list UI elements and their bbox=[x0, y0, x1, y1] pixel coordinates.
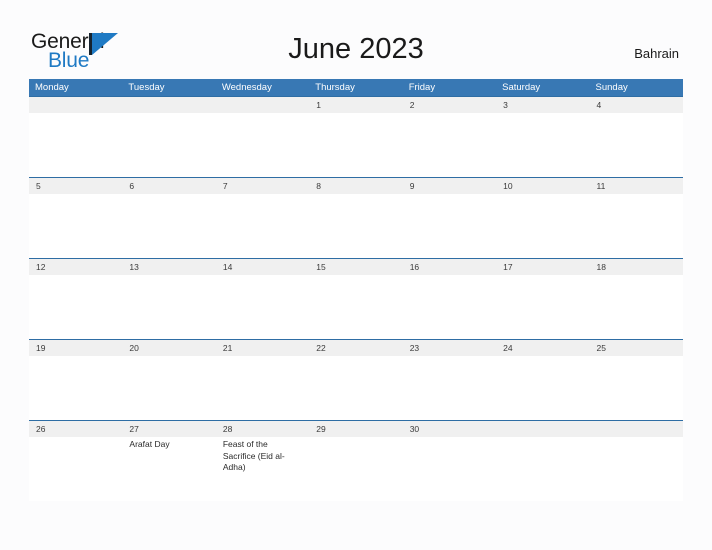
day-number[interactable]: 24 bbox=[496, 340, 589, 356]
weekday-header-monday: Monday bbox=[35, 82, 69, 93]
day-event[interactable] bbox=[403, 356, 496, 420]
week-row: 5 6 7 8 9 10 11 bbox=[29, 177, 683, 258]
day-number[interactable] bbox=[496, 421, 589, 437]
page-header: General Blue June 2023 Bahrain bbox=[0, 0, 712, 79]
day-event[interactable] bbox=[216, 275, 309, 339]
day-number[interactable]: 8 bbox=[309, 178, 402, 194]
day-event[interactable] bbox=[590, 275, 683, 339]
day-event[interactable] bbox=[122, 356, 215, 420]
day-event[interactable] bbox=[496, 437, 589, 501]
day-event[interactable] bbox=[496, 113, 589, 177]
day-event[interactable] bbox=[216, 113, 309, 177]
day-event[interactable] bbox=[216, 194, 309, 258]
day-event[interactable] bbox=[309, 113, 402, 177]
day-number[interactable]: 18 bbox=[590, 259, 683, 275]
day-event[interactable] bbox=[309, 356, 402, 420]
day-event[interactable] bbox=[403, 194, 496, 258]
day-number[interactable]: 5 bbox=[29, 178, 122, 194]
day-number[interactable]: 2 bbox=[403, 97, 496, 113]
day-number[interactable]: 16 bbox=[403, 259, 496, 275]
day-number[interactable]: 20 bbox=[122, 340, 215, 356]
week-day-number-band: 26 27 28 29 30 bbox=[29, 421, 683, 437]
weekday-header-row: Monday Tuesday Wednesday Thursday Friday… bbox=[29, 79, 683, 96]
day-number[interactable]: 26 bbox=[29, 421, 122, 437]
day-event[interactable] bbox=[122, 275, 215, 339]
day-event[interactable] bbox=[590, 113, 683, 177]
day-event[interactable] bbox=[309, 437, 402, 501]
day-event[interactable] bbox=[29, 194, 122, 258]
day-event[interactable] bbox=[122, 194, 215, 258]
day-number[interactable]: 12 bbox=[29, 259, 122, 275]
day-event[interactable] bbox=[496, 194, 589, 258]
day-number[interactable]: 1 bbox=[309, 97, 402, 113]
weekday-header-tuesday: Tuesday bbox=[128, 82, 165, 93]
day-event[interactable] bbox=[29, 437, 122, 501]
week-row: 26 27 28 29 30 Arafat Day Feast of the S… bbox=[29, 420, 683, 501]
weekday-header-sunday: Sunday bbox=[595, 82, 628, 93]
day-event[interactable] bbox=[403, 275, 496, 339]
week-day-number-band: 5 6 7 8 9 10 11 bbox=[29, 178, 683, 194]
week-row: 19 20 21 22 23 24 25 bbox=[29, 339, 683, 420]
day-number[interactable]: 17 bbox=[496, 259, 589, 275]
day-number[interactable]: 23 bbox=[403, 340, 496, 356]
day-event[interactable] bbox=[122, 113, 215, 177]
day-number[interactable]: 13 bbox=[122, 259, 215, 275]
day-event[interactable] bbox=[29, 275, 122, 339]
weekday-header-saturday: Saturday bbox=[502, 82, 541, 93]
day-number[interactable]: 9 bbox=[403, 178, 496, 194]
day-event[interactable] bbox=[29, 356, 122, 420]
day-number[interactable]: 3 bbox=[496, 97, 589, 113]
day-number[interactable]: 10 bbox=[496, 178, 589, 194]
week-event-band bbox=[29, 356, 683, 420]
week-event-band: Arafat Day Feast of the Sacrifice (Eid a… bbox=[29, 437, 683, 501]
day-number[interactable]: 7 bbox=[216, 178, 309, 194]
day-event[interactable] bbox=[590, 437, 683, 501]
day-event[interactable] bbox=[403, 437, 496, 501]
weekday-header-friday: Friday bbox=[408, 82, 436, 93]
day-event[interactable] bbox=[496, 356, 589, 420]
day-number[interactable] bbox=[122, 97, 215, 113]
day-number[interactable]: 29 bbox=[309, 421, 402, 437]
week-row: 1 2 3 4 bbox=[29, 96, 683, 177]
day-number[interactable]: 28 bbox=[216, 421, 309, 437]
day-event[interactable]: Arafat Day bbox=[122, 437, 215, 501]
day-number[interactable]: 14 bbox=[216, 259, 309, 275]
day-event[interactable] bbox=[309, 194, 402, 258]
week-day-number-band: 19 20 21 22 23 24 25 bbox=[29, 340, 683, 356]
day-event[interactable] bbox=[590, 194, 683, 258]
day-event[interactable] bbox=[496, 275, 589, 339]
weekday-header-thursday: Thursday bbox=[315, 82, 355, 93]
day-event[interactable] bbox=[309, 275, 402, 339]
day-event[interactable] bbox=[590, 356, 683, 420]
week-event-band bbox=[29, 275, 683, 339]
calendar-grid: Monday Tuesday Wednesday Thursday Friday… bbox=[29, 79, 683, 501]
day-number[interactable]: 21 bbox=[216, 340, 309, 356]
day-number[interactable] bbox=[29, 97, 122, 113]
week-event-band bbox=[29, 113, 683, 177]
day-number[interactable] bbox=[216, 97, 309, 113]
page-title: June 2023 bbox=[288, 33, 424, 65]
day-number[interactable]: 30 bbox=[403, 421, 496, 437]
country-label: Bahrain bbox=[634, 46, 679, 61]
day-number[interactable]: 15 bbox=[309, 259, 402, 275]
week-day-number-band: 1 2 3 4 bbox=[29, 97, 683, 113]
day-event[interactable] bbox=[216, 356, 309, 420]
day-number[interactable] bbox=[590, 421, 683, 437]
day-number[interactable]: 27 bbox=[122, 421, 215, 437]
week-event-band bbox=[29, 194, 683, 258]
day-event[interactable] bbox=[29, 113, 122, 177]
day-event[interactable]: Feast of the Sacrifice (Eid al-Adha) bbox=[216, 437, 309, 501]
day-number[interactable]: 25 bbox=[590, 340, 683, 356]
day-event[interactable] bbox=[403, 113, 496, 177]
day-number[interactable]: 22 bbox=[309, 340, 402, 356]
week-row: 12 13 14 15 16 17 18 bbox=[29, 258, 683, 339]
day-number[interactable]: 6 bbox=[122, 178, 215, 194]
day-number[interactable]: 11 bbox=[590, 178, 683, 194]
day-number[interactable]: 4 bbox=[590, 97, 683, 113]
week-day-number-band: 12 13 14 15 16 17 18 bbox=[29, 259, 683, 275]
day-number[interactable]: 19 bbox=[29, 340, 122, 356]
weekday-header-wednesday: Wednesday bbox=[221, 82, 272, 93]
